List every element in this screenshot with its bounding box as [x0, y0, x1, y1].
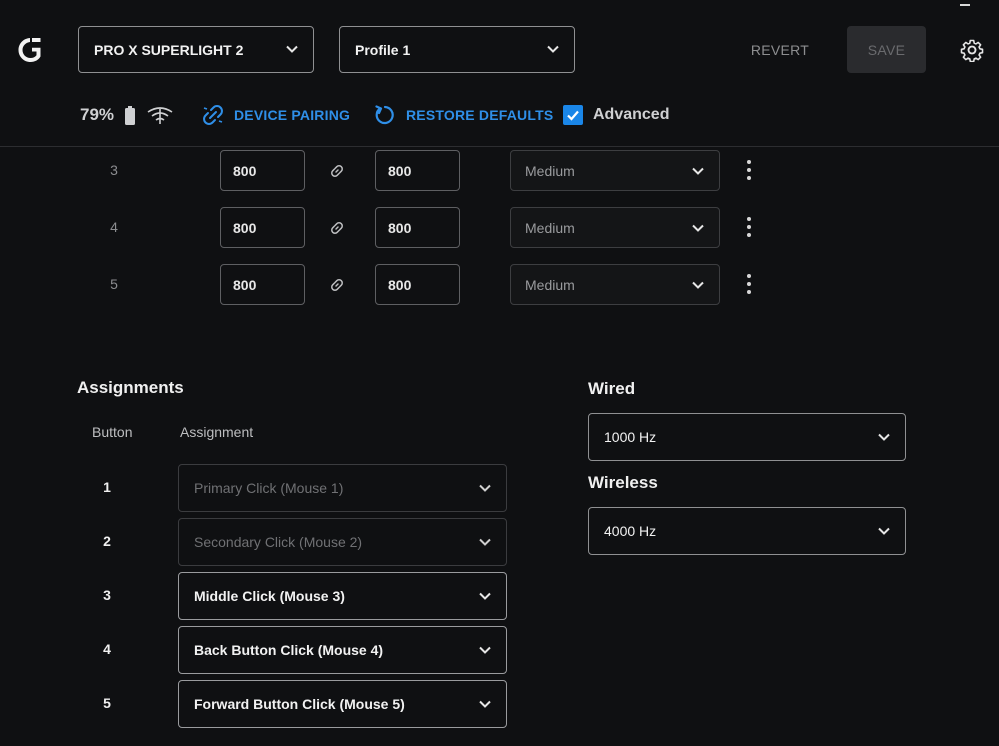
dpi-y-input[interactable]: 800	[375, 264, 460, 305]
device-pairing-button[interactable]: DEVICE PAIRING	[202, 104, 350, 126]
advanced-checkbox[interactable]	[563, 105, 583, 125]
ghub-window: PRO X SUPERLIGHT 2 Profile 1 REVERT SAVE…	[0, 0, 999, 746]
assignment-row: 2 Secondary Click (Mouse 2)	[0, 518, 520, 566]
assignment-row: 3 Middle Click (Mouse 3)	[0, 572, 520, 620]
assignment-row: 1 Primary Click (Mouse 1)	[0, 464, 520, 512]
wired-rate-value: 1000 Hz	[604, 429, 657, 445]
chevron-down-icon	[692, 224, 704, 232]
device-selector[interactable]: PRO X SUPERLIGHT 2	[78, 26, 314, 73]
save-button[interactable]: SAVE	[847, 26, 926, 73]
assignment-select[interactable]: Forward Button Click (Mouse 5)	[178, 680, 507, 728]
chevron-down-icon	[547, 45, 559, 53]
button-number: 5	[103, 695, 111, 711]
wireless-rate-value: 4000 Hz	[604, 523, 657, 539]
dpi-x-input[interactable]: 800	[220, 150, 305, 191]
wired-title: Wired	[588, 379, 636, 398]
chevron-down-icon	[878, 433, 890, 441]
dpi-x-input[interactable]: 800	[220, 207, 305, 248]
column-header-button: Button	[92, 424, 133, 440]
assignment-value: Middle Click (Mouse 3)	[194, 588, 345, 604]
device-pairing-label: DEVICE PAIRING	[234, 107, 351, 123]
lift-off-value: Medium	[525, 276, 575, 293]
kebab-menu-icon[interactable]	[743, 158, 755, 182]
minimize-button[interactable]	[960, 4, 970, 6]
link-icon[interactable]	[329, 277, 345, 293]
chevron-down-icon	[692, 167, 704, 175]
logitech-g-logo	[18, 38, 41, 62]
chevron-down-icon	[479, 538, 491, 546]
dpi-index: 4	[110, 219, 118, 235]
link-icon[interactable]	[329, 163, 345, 179]
assignment-select[interactable]: Back Button Click (Mouse 4)	[178, 626, 507, 674]
dpi-index: 5	[110, 276, 118, 292]
assignment-select: Secondary Click (Mouse 2)	[178, 518, 507, 566]
button-number: 4	[103, 641, 111, 657]
button-number: 3	[103, 587, 111, 603]
dpi-row: 5 800 800 Medium	[0, 264, 999, 306]
chevron-down-icon	[479, 484, 491, 492]
assignment-value: Forward Button Click (Mouse 5)	[194, 696, 405, 712]
broken-link-icon	[203, 105, 223, 125]
assignments-title: Assignments	[77, 378, 184, 397]
profile-name: Profile 1	[355, 41, 411, 58]
chevron-down-icon	[479, 700, 491, 708]
header-divider	[0, 146, 999, 147]
profile-selector[interactable]: Profile 1	[339, 26, 575, 73]
device-name: PRO X SUPERLIGHT 2	[94, 41, 244, 58]
assignment-value: Back Button Click (Mouse 4)	[194, 642, 384, 658]
advanced-label: Advanced	[593, 106, 670, 123]
lift-off-select[interactable]: Medium	[510, 150, 720, 191]
refresh-icon	[375, 105, 394, 125]
chevron-down-icon	[479, 592, 491, 600]
dpi-row: 4 800 800 Medium	[0, 207, 999, 249]
wireless-rate-select[interactable]: 4000 Hz	[588, 507, 906, 555]
button-number: 1	[103, 479, 111, 495]
wired-rate-select[interactable]: 1000 Hz	[588, 413, 906, 461]
column-header-assignment: Assignment	[180, 424, 254, 440]
assignment-row: 4 Back Button Click (Mouse 4)	[0, 626, 520, 674]
chevron-down-icon	[878, 527, 890, 535]
assignment-select: Primary Click (Mouse 1)	[178, 464, 507, 512]
assignment-value: Primary Click (Mouse 1)	[194, 480, 344, 496]
dpi-y-input[interactable]: 800	[375, 207, 460, 248]
revert-button[interactable]: REVERT	[740, 26, 820, 73]
lift-off-value: Medium	[525, 219, 575, 236]
dpi-row: 3 800 800 Medium	[0, 150, 999, 192]
battery-percent: 79%	[80, 105, 115, 124]
lift-off-select[interactable]: Medium	[510, 264, 720, 305]
chevron-down-icon	[286, 45, 298, 53]
assignment-value: Secondary Click (Mouse 2)	[194, 534, 363, 550]
dpi-x-input[interactable]: 800	[220, 264, 305, 305]
restore-defaults-button[interactable]: RESTORE DEFAULTS	[374, 104, 553, 126]
assignment-select[interactable]: Middle Click (Mouse 3)	[178, 572, 507, 620]
kebab-menu-icon[interactable]	[743, 215, 755, 239]
checkmark-icon	[567, 110, 579, 121]
battery-icon	[125, 106, 135, 125]
kebab-menu-icon[interactable]	[743, 272, 755, 296]
lift-off-select[interactable]: Medium	[510, 207, 720, 248]
advanced-toggle[interactable]: Advanced	[563, 104, 669, 126]
dpi-y-input[interactable]: 800	[375, 150, 460, 191]
link-icon[interactable]	[329, 220, 345, 236]
restore-defaults-label: RESTORE DEFAULTS	[406, 107, 554, 123]
dpi-index: 3	[110, 162, 118, 178]
gear-icon[interactable]	[960, 38, 984, 62]
chevron-down-icon	[692, 281, 704, 289]
button-number: 2	[103, 533, 111, 549]
wireless-signal-icon	[147, 107, 173, 124]
lift-off-value: Medium	[525, 162, 575, 179]
chevron-down-icon	[479, 646, 491, 654]
assignment-row: 5 Forward Button Click (Mouse 5)	[0, 680, 520, 728]
wireless-title: Wireless	[588, 473, 658, 492]
